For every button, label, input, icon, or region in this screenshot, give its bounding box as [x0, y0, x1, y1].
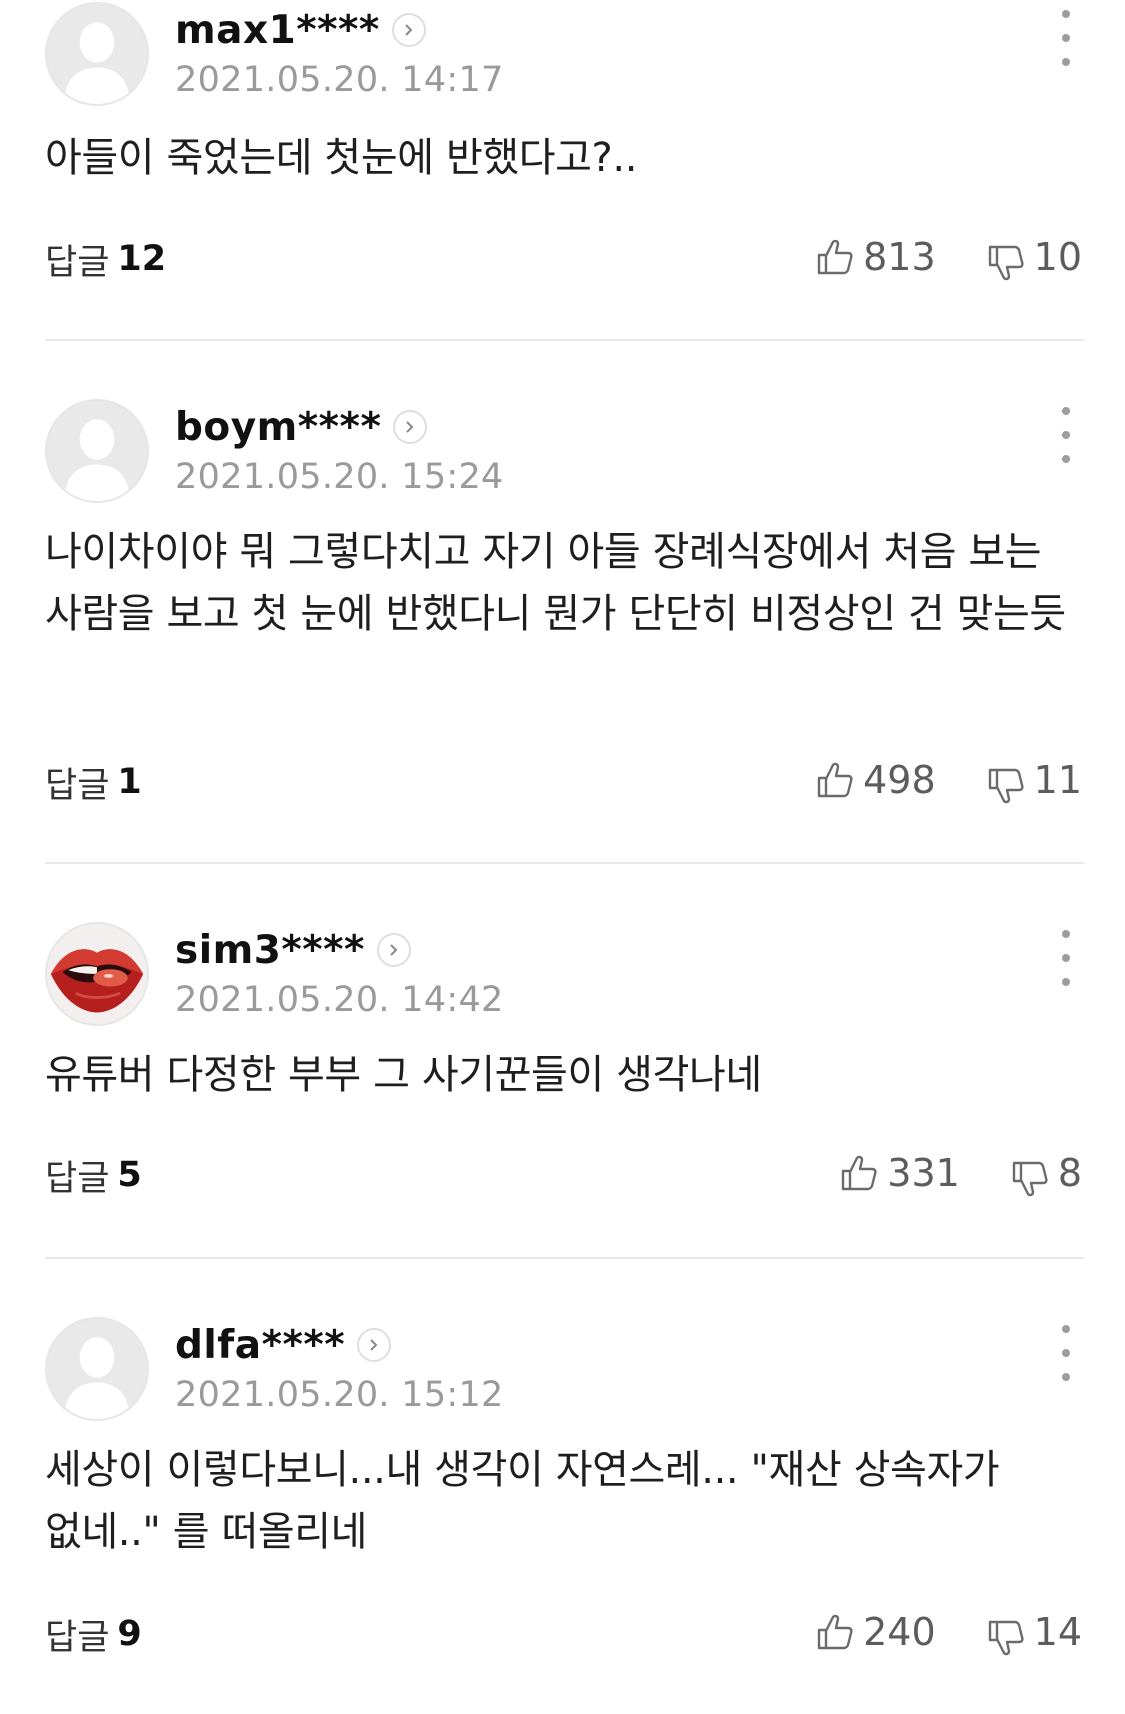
timestamp: 2021.05.20. 15:24	[175, 457, 504, 497]
thumbs-up-icon	[817, 239, 853, 275]
dislike-count: 10	[1033, 235, 1082, 279]
reply-label: 답글	[45, 1158, 110, 1199]
reply-button[interactable]: 답글 9	[45, 1609, 142, 1659]
reply-button[interactable]: 답글 5	[45, 1150, 142, 1200]
like-button[interactable]: 240	[815, 1610, 936, 1654]
username[interactable]: dlfa****	[175, 1323, 345, 1368]
like-button[interactable]: 498	[815, 758, 936, 802]
thumbs-up-icon	[842, 1155, 877, 1191]
author-row: boym****	[175, 399, 428, 455]
more-vertical-icon[interactable]	[1050, 10, 1082, 66]
dislike-button[interactable]: 14	[986, 1610, 1082, 1656]
divider	[45, 862, 1085, 864]
dislike-button[interactable]: 10	[986, 235, 1082, 281]
timestamp: 2021.05.20. 14:42	[175, 980, 504, 1020]
vote-group: 331 8	[839, 1148, 1082, 1198]
comment-text: 세상이 이렇다보니...내 생각이 자연스레... "재산 상속자가 없네.."…	[45, 1447, 1000, 1555]
default-profile-icon	[47, 401, 147, 501]
avatar[interactable]	[45, 399, 149, 503]
reply-button[interactable]: 답글 1	[45, 757, 142, 807]
vote-group: 813 10	[815, 232, 1082, 282]
chevron-right-icon	[370, 1339, 378, 1351]
vote-group: 240 14	[815, 1607, 1082, 1657]
username[interactable]: boym****	[175, 405, 381, 450]
thumbs-up-icon	[817, 762, 853, 798]
reply-count: 12	[117, 239, 167, 279]
dislike-button[interactable]: 8	[1010, 1151, 1082, 1197]
username[interactable]: max1****	[175, 8, 380, 53]
reply-button[interactable]: 답글 12	[45, 234, 166, 284]
reply-count: 5	[117, 1155, 142, 1195]
thumbs-down-icon	[988, 1620, 1024, 1656]
like-button[interactable]: 331	[839, 1151, 960, 1195]
thumbs-up-icon	[817, 1614, 853, 1650]
lips-photo	[47, 924, 147, 1024]
comment-text: 나이차이야 뭐 그렇다치고 자기 아들 장례식장에서 처음 보는 사람을 보고 …	[45, 529, 1066, 637]
reply-count: 9	[117, 1614, 142, 1654]
like-count: 498	[863, 758, 936, 802]
username[interactable]: sim3****	[175, 928, 365, 973]
reply-label: 답글	[45, 765, 110, 806]
reply-label: 답글	[45, 1617, 110, 1658]
vote-group: 498 11	[815, 755, 1082, 805]
timestamp: 2021.05.20. 15:12	[175, 1375, 504, 1415]
dislike-count: 8	[1057, 1151, 1082, 1195]
author-row: max1****	[175, 2, 426, 58]
avatar[interactable]	[45, 922, 149, 1026]
chevron-right-icon	[405, 24, 413, 36]
timestamp: 2021.05.20. 14:17	[175, 60, 504, 100]
reply-count: 1	[117, 762, 142, 802]
like-count: 331	[887, 1151, 960, 1195]
avatar[interactable]	[45, 1317, 149, 1421]
profile-link-button[interactable]	[391, 13, 426, 47]
default-profile-icon	[47, 4, 147, 104]
more-vertical-icon[interactable]	[1050, 1325, 1082, 1381]
author-row: sim3****	[175, 922, 411, 978]
thumbs-down-icon	[988, 768, 1024, 804]
chevron-right-icon	[406, 421, 414, 433]
chevron-right-icon	[390, 944, 398, 956]
comment-text: 유튜버 다정한 부부 그 사기꾼들이 생각나네	[45, 1052, 762, 1098]
default-profile-icon	[47, 1319, 147, 1419]
profile-link-button[interactable]	[376, 933, 411, 967]
divider	[45, 1257, 1085, 1259]
thumbs-down-icon	[988, 245, 1024, 281]
more-vertical-icon[interactable]	[1050, 930, 1082, 986]
profile-link-button[interactable]	[393, 410, 428, 444]
like-button[interactable]: 813	[815, 235, 936, 279]
like-count: 813	[863, 235, 936, 279]
dislike-count: 11	[1033, 758, 1082, 802]
avatar[interactable]	[45, 2, 149, 106]
comment-text: 아들이 죽었는데 첫눈에 반했다고?..	[45, 135, 638, 181]
divider	[45, 339, 1085, 341]
more-vertical-icon[interactable]	[1050, 407, 1082, 463]
reply-label: 답글	[45, 242, 110, 283]
profile-link-button[interactable]	[357, 1328, 392, 1362]
dislike-button[interactable]: 11	[986, 758, 1082, 804]
dislike-count: 14	[1033, 1610, 1082, 1654]
like-count: 240	[863, 1610, 936, 1654]
thumbs-down-icon	[1012, 1161, 1048, 1197]
author-row: dlfa****	[175, 1317, 392, 1373]
